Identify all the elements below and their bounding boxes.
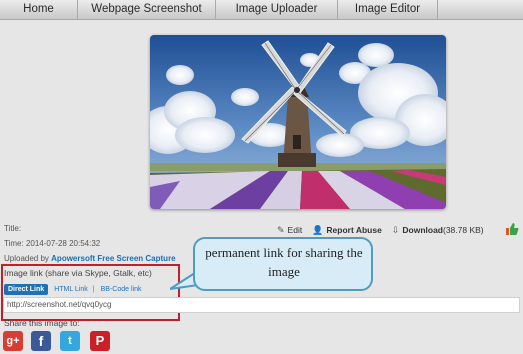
callout-text: permanent link for sharing the image (205, 245, 363, 279)
image-actions: ✎ Edit 👤 Report Abuse ⇩ Download (38.78 K… (277, 224, 494, 236)
nav-image-editor[interactable]: Image Editor (338, 0, 438, 19)
edit-button[interactable]: ✎ Edit (277, 225, 302, 236)
image-link-title: Image link (share via Skype, Gtalk, etc) (4, 268, 152, 278)
time-label: Time: (4, 239, 24, 248)
facebook-icon[interactable]: f (31, 331, 51, 351)
download-size: (38.78 KB) (443, 225, 484, 235)
link-type-tabs: Direct Link HTML Link | BB-Code link (4, 283, 141, 295)
uploaded-row: Uploaded by Apowersoft Free Screen Captu… (4, 254, 176, 263)
time-value: 2014-07-28 20:54:32 (25, 239, 101, 248)
twitter-icon[interactable]: t (60, 331, 80, 351)
report-abuse-button[interactable]: 👤 Report Abuse (312, 225, 382, 236)
download-button[interactable]: ⇩ Download (38.78 KB) (392, 225, 484, 236)
image-url-field[interactable]: http://screenshot.net/qvq0ycg (3, 297, 520, 313)
report-abuse-label: Report Abuse (326, 225, 382, 235)
google-plus-icon[interactable]: g+ (3, 331, 23, 351)
tab-separator: | (92, 285, 95, 293)
nav-filler (438, 0, 523, 19)
share-title: Share this image to: (4, 318, 80, 328)
user-icon: 👤 (312, 224, 324, 235)
download-label: Download (402, 225, 443, 235)
uploaded-label: Uploaded by (4, 254, 49, 263)
edit-label: Edit (287, 225, 303, 235)
pinterest-icon[interactable]: P (90, 331, 110, 351)
thumbs-up-icon[interactable] (505, 222, 519, 236)
nav-image-uploader[interactable]: Image Uploader (216, 0, 338, 19)
tab-html-link[interactable]: HTML Link (54, 286, 88, 293)
nav-home[interactable]: Home (0, 0, 78, 19)
windmill-picture (150, 35, 446, 209)
title-label: Title: (4, 224, 22, 233)
nav-webpage-screenshot[interactable]: Webpage Screenshot (78, 0, 216, 19)
tab-direct-link[interactable]: Direct Link (4, 283, 49, 295)
uploader-link[interactable]: Apowersoft Free Screen Capture (51, 254, 175, 263)
top-nav: Home Webpage Screenshot Image Uploader I… (0, 0, 523, 20)
time-row: Time: 2014-07-28 20:54:32 (4, 239, 100, 248)
uploaded-image[interactable] (150, 35, 446, 209)
pencil-icon: ✎ (277, 224, 285, 235)
download-icon: ⇩ (391, 224, 400, 235)
tab-bbcode-link[interactable]: BB-Code link (101, 286, 142, 293)
